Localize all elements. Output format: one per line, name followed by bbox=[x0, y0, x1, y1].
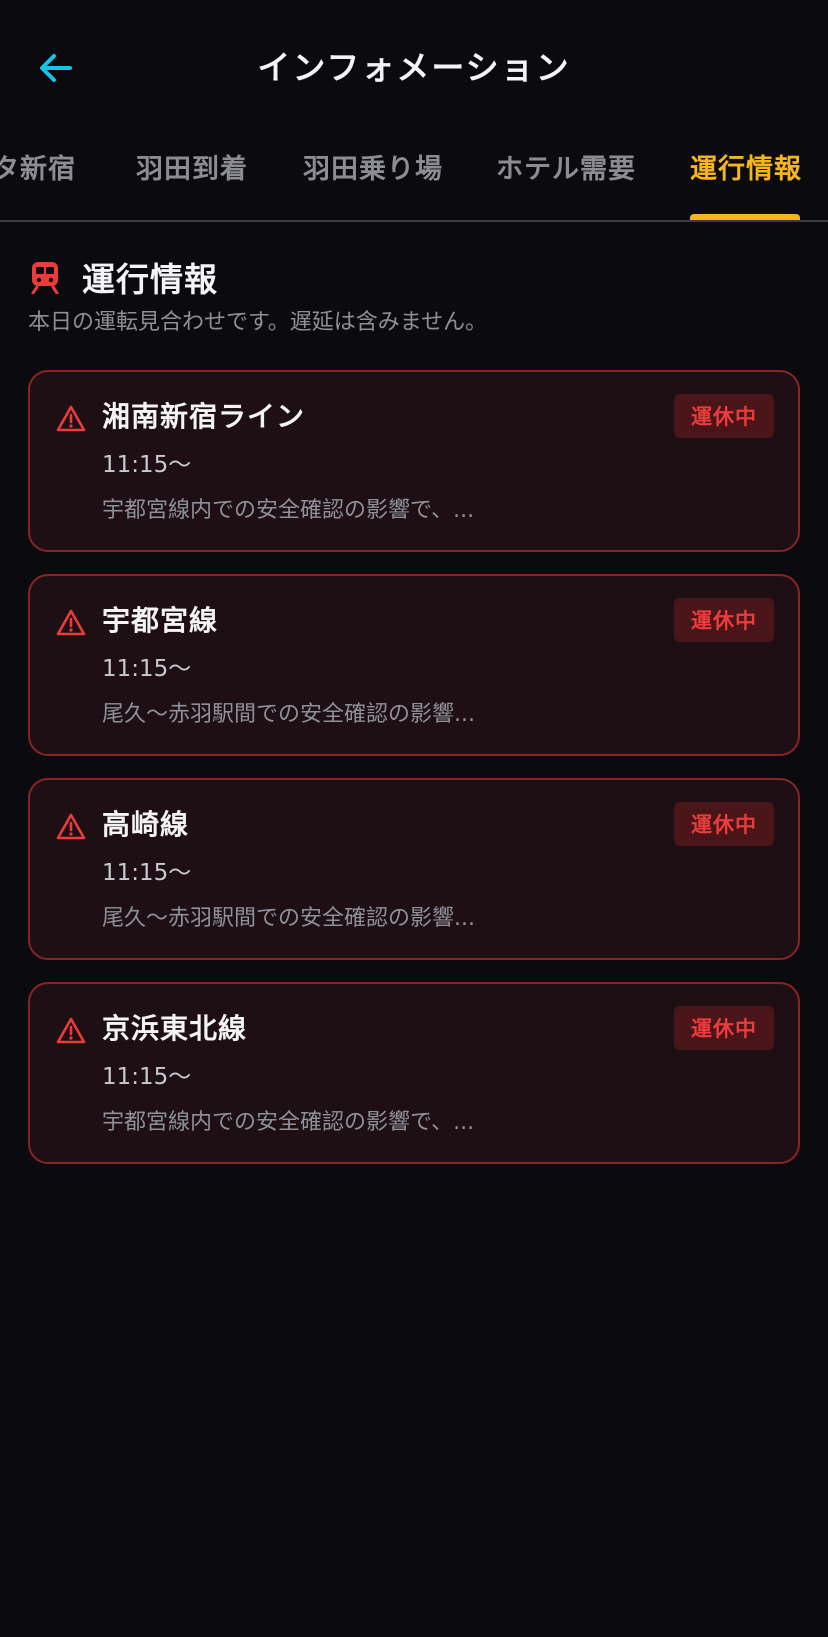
app-header: インフォメーション bbox=[0, 0, 828, 136]
section-title: 運行情報 bbox=[82, 260, 218, 299]
status-badge: 運休中 bbox=[674, 598, 774, 642]
alert-description: 尾久〜赤羽駅間での安全確認の影響... bbox=[102, 702, 475, 727]
line-name: 京浜東北線 bbox=[102, 1012, 248, 1045]
status-badge: 運休中 bbox=[674, 802, 774, 846]
active-tab-indicator bbox=[690, 214, 800, 220]
line-name: 湘南新宿ライン bbox=[102, 400, 306, 433]
tab-bar: タ新宿 羽田到着 羽田乗り場 ホテル需要 運行情報 bbox=[0, 136, 828, 222]
line-name: 宇都宮線 bbox=[102, 604, 219, 637]
tab-service-info[interactable]: 運行情報 bbox=[690, 150, 802, 190]
status-badge: 運休中 bbox=[674, 394, 774, 438]
alert-card[interactable]: 湘南新宿ライン 運休中 11:15〜 宇都宮線内での安全確認の影響で、... bbox=[28, 370, 800, 552]
alert-card[interactable]: 高崎線 運休中 11:15〜 尾久〜赤羽駅間での安全確認の影響... bbox=[28, 778, 800, 960]
alert-time: 11:15〜 bbox=[102, 1064, 192, 1090]
page-title: インフォメーション bbox=[257, 48, 571, 87]
warning-icon bbox=[56, 813, 86, 840]
train-icon bbox=[31, 262, 59, 294]
alert-time: 11:15〜 bbox=[102, 656, 192, 682]
tab-hotel-demand[interactable]: ホテル需要 bbox=[496, 150, 636, 190]
alert-description: 宇都宮線内での安全確認の影響で、... bbox=[102, 1110, 475, 1135]
tab-haneda-arrival[interactable]: 羽田到着 bbox=[136, 150, 248, 190]
section-header: 運行情報 bbox=[30, 252, 218, 302]
line-name: 高崎線 bbox=[102, 808, 190, 841]
warning-icon bbox=[56, 405, 86, 432]
alert-card[interactable]: 宇都宮線 運休中 11:15〜 尾久〜赤羽駅間での安全確認の影響... bbox=[28, 574, 800, 756]
alert-time: 11:15〜 bbox=[102, 860, 192, 886]
warning-icon bbox=[56, 1017, 86, 1044]
alert-time: 11:15〜 bbox=[102, 452, 192, 478]
status-badge: 運休中 bbox=[674, 1006, 774, 1050]
alert-description: 尾久〜赤羽駅間での安全確認の影響... bbox=[102, 906, 475, 931]
tab-haneda-boarding[interactable]: 羽田乗り場 bbox=[303, 150, 443, 190]
tab-shinjuku[interactable]: タ新宿 bbox=[0, 150, 76, 190]
section-subtitle: 本日の運転見合わせです。遅延は含みません。 bbox=[28, 310, 488, 335]
alert-card[interactable]: 京浜東北線 運休中 11:15〜 宇都宮線内での安全確認の影響で、... bbox=[28, 982, 800, 1164]
alert-description: 宇都宮線内での安全確認の影響で、... bbox=[102, 498, 475, 523]
warning-icon bbox=[56, 609, 86, 636]
